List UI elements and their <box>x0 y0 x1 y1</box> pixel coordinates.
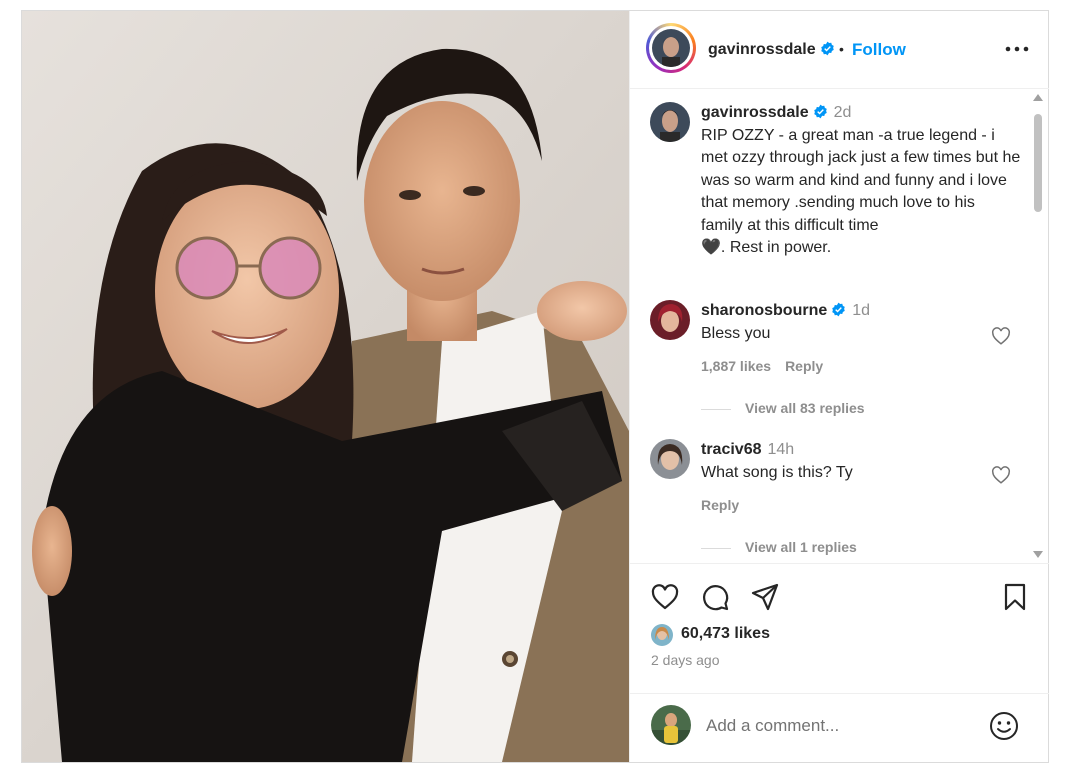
caption-username[interactable]: gavinrossdale <box>701 104 809 121</box>
comment-username[interactable]: sharonosbourne <box>701 302 827 319</box>
comment-text: What song is this? Ty <box>701 464 853 481</box>
comment-time: 14h <box>767 441 795 458</box>
comment-like-heart-icon[interactable] <box>991 327 1011 345</box>
comment-username[interactable]: traciv68 <box>701 441 762 458</box>
paper-plane-icon[interactable] <box>750 582 780 612</box>
smiley-face-icon[interactable] <box>988 710 1020 742</box>
view-replies-label[interactable]: View all 83 replies <box>745 400 865 416</box>
scroll-down-arrow-icon[interactable] <box>1033 551 1043 558</box>
caption-avatar[interactable] <box>650 102 690 142</box>
post-sidebar: gavinrossdale • Follow gavinrossdale 2d R… <box>629 11 1049 762</box>
post-photo <box>22 11 629 762</box>
current-user-avatar[interactable] <box>651 705 691 745</box>
post-timestamp: 2 days ago <box>651 652 720 668</box>
add-comment-input[interactable] <box>706 713 976 739</box>
add-comment-bar <box>630 693 1049 762</box>
avatar-image <box>652 29 690 67</box>
comment-meta: Reply <box>701 497 753 513</box>
liker-avatar <box>651 624 673 646</box>
comment-time: 1d <box>852 302 871 319</box>
comment-meta: 1,887 likes Reply <box>701 358 837 374</box>
comment-bubble-icon[interactable] <box>700 582 730 612</box>
post-photo-illustration <box>22 11 629 762</box>
black-heart-emoji: 🖤 <box>701 239 721 256</box>
comment-likes[interactable]: 1,887 likes <box>701 358 771 374</box>
view-replies-label[interactable]: View all 1 replies <box>745 539 857 555</box>
comment-header: traciv68 14h <box>701 441 794 459</box>
instagram-post-dialog: gavinrossdale • Follow gavinrossdale 2d R… <box>21 10 1049 763</box>
verified-badge-icon <box>813 104 827 119</box>
post-header: gavinrossdale • Follow <box>630 11 1049 89</box>
comment-like-heart-icon[interactable] <box>991 466 1011 484</box>
heart-icon[interactable] <box>650 582 680 612</box>
more-horizontal-icon[interactable] <box>1002 39 1032 59</box>
comment-text: Bless you <box>701 325 771 342</box>
view-replies-button[interactable]: View all 1 replies <box>701 539 857 555</box>
header-separator: • <box>839 41 844 57</box>
scroll-thumb[interactable] <box>1034 114 1042 212</box>
author-username[interactable]: gavinrossdale <box>708 41 835 59</box>
view-replies-button[interactable]: View all 83 replies <box>701 400 865 416</box>
caption-time: 2d <box>833 104 852 121</box>
reply-button[interactable]: Reply <box>701 497 739 513</box>
post-actions: 60,473 likes 2 days ago <box>630 563 1049 693</box>
likes-count[interactable]: 60,473 likes <box>681 625 770 643</box>
reply-button[interactable]: Reply <box>785 358 823 374</box>
commenter-avatar[interactable] <box>650 439 690 479</box>
caption-tail: . Rest in power. <box>720 239 832 256</box>
verified-badge-icon <box>832 302 845 317</box>
caption-text: RIP OZZY - a great man -a true legend - … <box>701 126 1021 234</box>
replies-divider <box>701 408 731 410</box>
comments-scrollbar[interactable] <box>1030 94 1044 558</box>
replies-divider <box>701 547 731 549</box>
author-avatar[interactable] <box>646 23 696 73</box>
scroll-up-arrow-icon[interactable] <box>1033 94 1043 101</box>
commenter-avatar[interactable] <box>650 300 690 340</box>
post-caption: gavinrossdale 2d RIP OZZY - a great man -… <box>701 102 1021 260</box>
comments-list[interactable]: gavinrossdale 2d RIP OZZY - a great man -… <box>630 90 1049 562</box>
comment-header: sharonosbourne 1d <box>701 302 870 320</box>
follow-button[interactable]: Follow <box>852 40 906 60</box>
bookmark-icon[interactable] <box>1000 582 1030 612</box>
verified-badge-icon <box>820 41 834 56</box>
